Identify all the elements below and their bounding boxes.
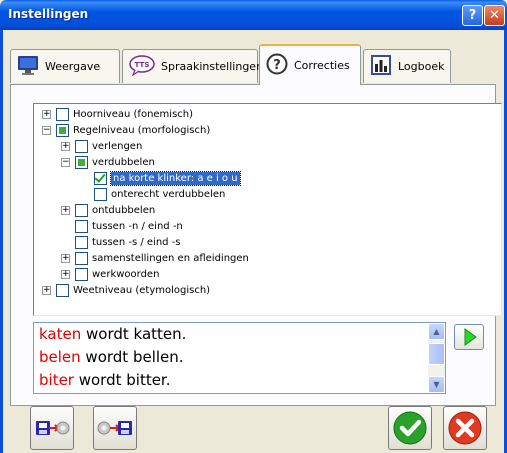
window-title: Instellingen [8, 7, 89, 21]
example-line: katen wordt katten. [39, 325, 186, 343]
tree-node-na-korte-klinker[interactable]: na korte klinker: a e i o u [94, 171, 241, 186]
tree-node-label: verlengen [92, 141, 143, 152]
checkbox[interactable] [56, 284, 69, 297]
check-icon [389, 411, 431, 452]
tts-icon: TTS [129, 54, 155, 79]
correction-text: wordt bellen. [80, 348, 184, 366]
checkbox[interactable] [56, 124, 69, 137]
expand-icon[interactable]: + [61, 270, 70, 279]
tree-node-ontdubbelen[interactable]: + ontdubbelen [61, 204, 155, 217]
tree-node-label: verdubbelen [92, 157, 155, 168]
checkbox[interactable] [75, 156, 88, 169]
collapse-icon[interactable]: − [61, 158, 70, 167]
tree-node-label: ontdubbelen [92, 205, 156, 216]
example-line: belen wordt bellen. [39, 348, 184, 366]
bar-chart-icon [370, 54, 392, 79]
expand-icon[interactable]: + [61, 254, 70, 263]
tab-label: Logboek [398, 60, 445, 73]
checkbox[interactable] [75, 268, 88, 281]
tree-node-label: Hoorniveau (fonemisch) [73, 109, 194, 120]
tree-node-tussen-n[interactable]: tussen -n / eind -n [61, 220, 183, 233]
tab-logboek[interactable]: Logboek [363, 49, 451, 83]
tree-node-verdubbelen[interactable]: − verdubbelen [61, 156, 155, 169]
checkbox[interactable] [75, 252, 88, 265]
scroll-thumb[interactable] [428, 343, 445, 365]
scroll-up-button[interactable]: ▲ [428, 323, 445, 340]
checkbox[interactable] [75, 140, 88, 153]
tab-correcties[interactable]: ? Correcties [259, 44, 361, 85]
monitor-icon [17, 54, 39, 79]
tts-icon-text: TTS [135, 61, 150, 69]
import-settings-button[interactable] [93, 406, 137, 450]
tab-label: Spraakinstellingen [161, 60, 264, 73]
question-icon-text: ? [273, 58, 281, 73]
export-icon [31, 421, 73, 452]
tree-node-hoorniveau[interactable]: + Hoorniveau (fonemisch) [42, 108, 193, 121]
checkbox[interactable] [75, 220, 88, 233]
correction-tree: + Hoorniveau (fonemisch) − Regelniveau (… [33, 103, 502, 316]
tree-node-label: samenstellingen en afleidingen [92, 253, 249, 264]
import-icon [94, 421, 136, 452]
expand-icon[interactable]: + [61, 206, 70, 215]
wrong-word: katen [39, 325, 82, 343]
tree-node-label: Regelniveau (morfologisch) [73, 125, 211, 136]
tab-spraakinstellingen[interactable]: TTS Spraakinstellingen [122, 49, 263, 83]
play-icon [455, 328, 483, 352]
tree-node-verlengen[interactable]: + verlengen [61, 140, 142, 153]
cancel-button[interactable] [443, 406, 487, 450]
tree-node-regelniveau[interactable]: − Regelniveau (morfologisch) [42, 124, 210, 137]
close-window-button[interactable]: ✕ [484, 5, 505, 26]
examples-box[interactable]: katen wordt katten. belen wordt bellen. … [33, 322, 446, 394]
checkbox[interactable] [75, 236, 88, 249]
checkbox[interactable] [56, 108, 69, 121]
tree-node-label: na korte klinker: a e i o u [110, 171, 241, 186]
checkbox[interactable] [94, 172, 107, 185]
expand-icon[interactable]: + [42, 286, 51, 295]
expand-icon[interactable]: + [42, 110, 51, 119]
ok-button[interactable] [388, 406, 432, 450]
wrong-word: biter [39, 371, 74, 389]
expand-icon[interactable]: + [61, 142, 70, 151]
wrong-word: belen [39, 348, 81, 366]
help-button[interactable]: ? [462, 5, 483, 26]
correction-text: wordt katten. [81, 325, 187, 343]
tab-label: Correcties [294, 59, 350, 72]
tree-node-label: tussen -s / eind -s [92, 237, 181, 248]
scroll-down-button[interactable]: ▼ [428, 376, 445, 393]
question-icon: ? [266, 53, 288, 78]
tab-weergave[interactable]: Weergave [10, 49, 120, 83]
checkbox[interactable] [75, 204, 88, 217]
tree-node-label: onterecht verdubbelen [111, 189, 226, 200]
tree-node-samenstellingen[interactable]: + samenstellingen en afleidingen [61, 252, 249, 265]
play-button[interactable] [454, 324, 484, 350]
tree-node-label: Weetniveau (etymologisch) [73, 285, 211, 296]
vertical-scrollbar[interactable]: ▲ ▼ [428, 323, 445, 393]
tree-node-tussen-s[interactable]: tussen -s / eind -s [61, 236, 181, 249]
correction-text: wordt bitter. [73, 371, 171, 389]
tree-node-label: tussen -n / eind -n [92, 221, 183, 232]
tree-node-weetniveau[interactable]: + Weetniveau (etymologisch) [42, 284, 210, 297]
cancel-icon [444, 411, 486, 452]
tree-node-onterecht-verdubbelen[interactable]: onterecht verdubbelen [94, 188, 225, 201]
title-bar: Instellingen ? ✕ [0, 0, 507, 30]
example-line: biter wordt bitter. [39, 371, 171, 389]
checkbox[interactable] [94, 188, 107, 201]
export-settings-button[interactable] [30, 406, 74, 450]
tree-node-werkwoorden[interactable]: + werkwoorden [61, 268, 159, 281]
collapse-icon[interactable]: − [42, 126, 51, 135]
tree-node-label: werkwoorden [92, 269, 160, 280]
tab-label: Weergave [45, 60, 101, 73]
